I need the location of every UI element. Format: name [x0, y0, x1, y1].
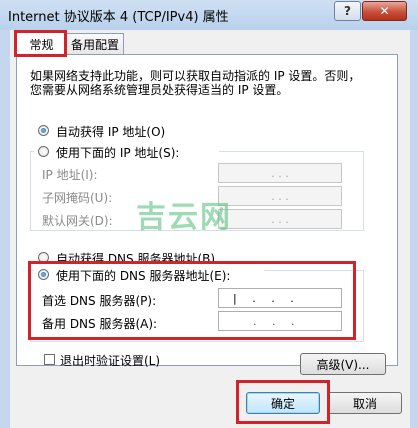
default-gateway-input[interactable]: . . .	[218, 209, 342, 229]
ip-address-input[interactable]: . . .	[218, 163, 342, 183]
tab-alternate-config[interactable]: 备用配置	[66, 33, 124, 55]
tab-alternate-config-label: 备用配置	[70, 38, 119, 52]
ok-highlight	[236, 380, 330, 424]
advanced-button[interactable]: 高级(V)...	[300, 353, 386, 375]
tab-highlight	[14, 30, 67, 57]
window-frame-right	[410, 30, 418, 428]
manual-ip-radio[interactable]	[38, 146, 49, 157]
help-icon: ?	[344, 4, 351, 18]
cancel-button-label: 取消	[352, 396, 377, 411]
auto-ip-label[interactable]: 自动获得 IP 地址(O)	[56, 123, 165, 140]
default-gateway-label: 默认网关(D):	[42, 214, 113, 228]
manual-ip-label[interactable]: 使用下面的 IP 地址(S):	[56, 144, 179, 161]
close-icon: ✕	[379, 4, 390, 18]
help-button[interactable]: ?	[334, 1, 361, 21]
description-line2: 您需要从网络系统管理员处获得适当的 IP 设置。	[30, 83, 289, 97]
subnet-mask-input[interactable]: . . .	[218, 186, 342, 206]
subnet-mask-label: 子网掩码(U):	[42, 191, 113, 205]
close-button[interactable]: ✕	[362, 1, 407, 21]
cancel-button[interactable]: 取消	[328, 392, 402, 414]
ip-address-label: IP 地址(I):	[42, 168, 98, 182]
window-title: Internet 协议版本 4 (TCP/IPv4) 属性	[8, 10, 229, 25]
advanced-button-label: 高级(V)...	[316, 357, 370, 372]
auto-ip-radio[interactable]	[38, 125, 49, 136]
watermark: 吉云网	[136, 200, 232, 235]
validate-label[interactable]: 退出时验证设置(L)	[60, 352, 160, 369]
dns-highlight	[28, 261, 356, 340]
window-frame-left	[0, 30, 10, 428]
validate-checkbox[interactable]	[44, 354, 55, 365]
